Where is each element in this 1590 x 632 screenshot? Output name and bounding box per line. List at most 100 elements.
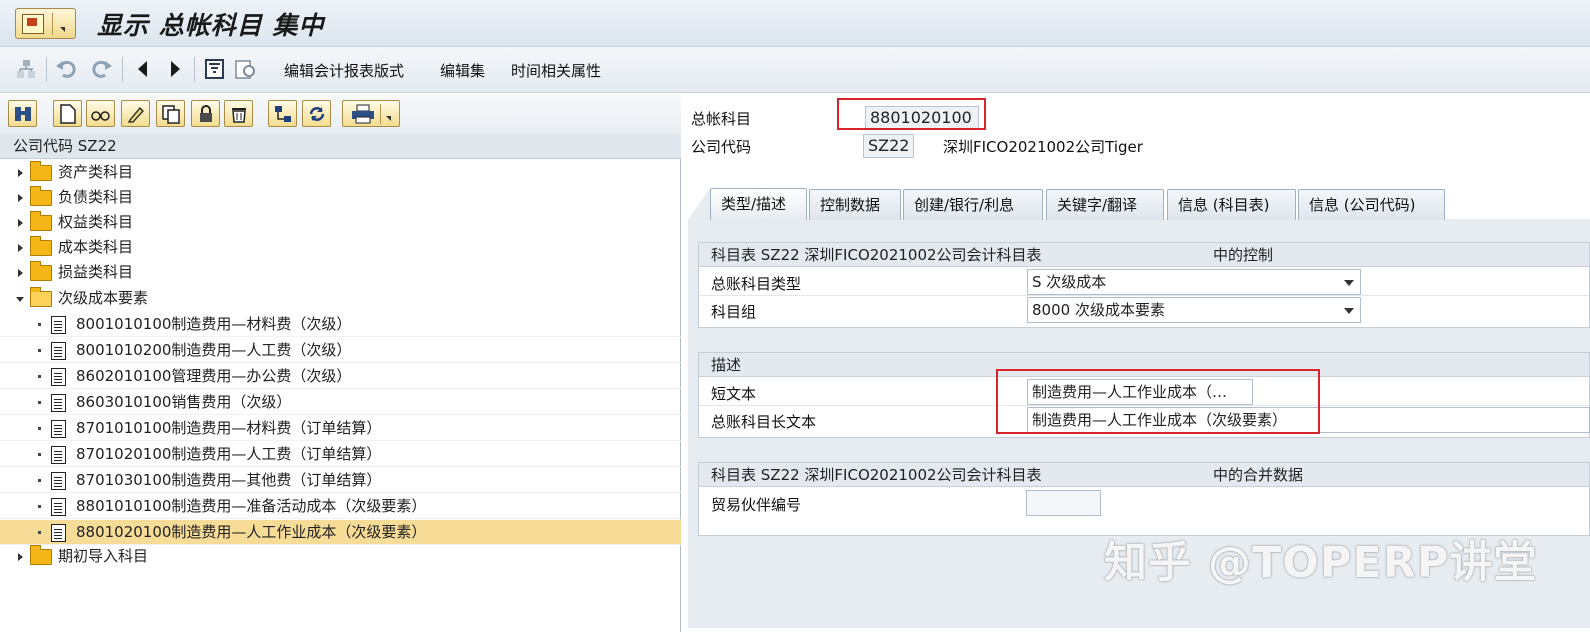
lock-button[interactable] <box>191 100 220 127</box>
tree-folder[interactable]: 损益类科目 <box>0 260 681 285</box>
highlight-box <box>996 369 1320 434</box>
document-icon <box>51 446 66 464</box>
previous-icon[interactable] <box>131 57 155 81</box>
edit-sets-button[interactable]: 编辑集 <box>440 60 485 81</box>
expand-all-button[interactable] <box>268 100 297 127</box>
system-menu-button[interactable] <box>15 8 76 39</box>
tree-folder[interactable]: 成本类科目 <box>0 235 681 260</box>
document-icon <box>51 498 66 516</box>
tab-keyword-translation[interactable]: 关键字/翻译 <box>1046 189 1164 220</box>
tree-folder-open[interactable]: 次级成本要素 <box>0 286 681 311</box>
next-icon[interactable] <box>163 57 187 81</box>
tab-slant-decoration <box>688 188 710 220</box>
refresh-button[interactable] <box>302 100 331 127</box>
trading-partner-label: 贸易伙伴编号 <box>711 496 802 514</box>
display-object-icon[interactable] <box>234 57 258 81</box>
gl-account-label: 总帐科目 <box>691 110 752 128</box>
document-icon <box>51 420 66 438</box>
tree-bullet <box>38 401 41 404</box>
print-button[interactable] <box>342 100 400 127</box>
folder-icon <box>30 186 52 206</box>
expand-subtree-icon <box>274 105 291 122</box>
tree-account-label: 8701030100制造费用—其他费（订单结算） <box>76 471 382 489</box>
group-consolidation-title: 科目表 SZ22 深圳FICO2021002公司会计科目表 <box>711 466 1042 484</box>
collapse-arrow-icon[interactable] <box>16 297 24 302</box>
tab-control-data[interactable]: 控制数据 <box>809 189 901 220</box>
tree-folder-label: 损益类科目 <box>58 263 134 281</box>
time-dependent-attributes-button[interactable]: 时间相关属性 <box>511 60 601 81</box>
create-button[interactable] <box>53 100 82 127</box>
undo-icon[interactable] <box>55 57 79 81</box>
tree-account-label: 8001010100制造费用—材料费（次级） <box>76 315 352 333</box>
display-change-button[interactable] <box>86 100 115 127</box>
account-group-select[interactable]: 8000 次级成本要素 <box>1027 297 1361 323</box>
group-control-title: 科目表 SZ22 深圳FICO2021002公司会计科目表 <box>711 246 1042 264</box>
company-code-field[interactable]: SZ22 <box>863 134 914 158</box>
tab-type-description[interactable]: 类型/描述 <box>710 188 807 220</box>
copy-button[interactable] <box>156 100 185 127</box>
dropdown-arrow-icon[interactable] <box>1344 308 1354 314</box>
delete-button[interactable] <box>224 100 253 127</box>
other-object-icon[interactable] <box>14 57 38 81</box>
tree-account-item[interactable]: 8801010100制造费用—准备活动成本（次级要素） <box>0 494 681 519</box>
tree-folder[interactable]: 期初导入科目 <box>0 544 681 569</box>
open-folder-icon <box>30 287 52 307</box>
folder-icon <box>30 261 52 281</box>
menu-icon <box>22 14 44 34</box>
tree-account-item[interactable]: 8701020100制造费用—人工费（订单结算） <box>0 442 681 467</box>
tree-folder-label: 次级成本要素 <box>58 289 149 307</box>
tree-folder[interactable]: 资产类科目 <box>0 160 681 185</box>
tab-info-company-code[interactable]: 信息 (公司代码) <box>1298 189 1445 220</box>
long-text-label: 总账科目长文本 <box>711 413 817 431</box>
tab-info-chart-of-accounts[interactable]: 信息 (科目表) <box>1167 189 1296 220</box>
company-name: 深圳FICO2021002公司Tiger <box>943 138 1143 156</box>
lock-icon <box>199 104 212 122</box>
tree-toolbar <box>0 94 681 134</box>
expand-arrow-icon[interactable] <box>18 169 23 177</box>
expand-arrow-icon[interactable] <box>18 219 23 227</box>
change-button[interactable] <box>121 100 150 127</box>
tree-account-item[interactable]: 8701010100制造费用—材料费（订单结算） <box>0 416 681 441</box>
document-icon <box>51 524 66 542</box>
short-text-label: 短文本 <box>711 385 757 403</box>
document-icon <box>51 316 66 334</box>
expand-arrow-icon[interactable] <box>18 244 23 252</box>
group-control-header: 科目表 SZ22 深圳FICO2021002公司会计科目表 中的控制 <box>699 243 1589 267</box>
expand-arrow-icon[interactable] <box>18 194 23 202</box>
tree-account-item[interactable]: 8001010100制造费用—材料费（次级） <box>0 312 681 337</box>
copy-icon <box>161 104 180 124</box>
tree-account-label: 8801010100制造费用—准备活动成本（次级要素） <box>76 497 427 515</box>
account-group-row: 科目组 8000 次级成本要素 <box>699 296 1589 324</box>
expand-arrow-icon[interactable] <box>18 553 23 561</box>
tree-folder[interactable]: 负债类科目 <box>0 185 681 210</box>
account-type-select[interactable]: S 次级成本 <box>1027 269 1361 295</box>
edit-fs-version-button[interactable]: 编辑会计报表版式 <box>284 60 404 81</box>
tree-bullet <box>38 505 41 508</box>
dropdown-arrow-icon <box>386 116 391 121</box>
folder-icon <box>30 545 52 565</box>
find-button[interactable] <box>8 100 37 127</box>
group-control-title-suffix: 中的控制 <box>1213 246 1274 264</box>
tree-account-label: 8603010100销售费用（次级） <box>76 393 292 411</box>
tree-folder[interactable]: 权益类科目 <box>0 210 681 235</box>
tree-account-item[interactable]: 8001010200制造费用—人工费（次级） <box>0 338 681 363</box>
tree-account-item[interactable]: 8603010100销售费用（次级） <box>0 390 681 415</box>
document-icon <box>51 394 66 412</box>
trading-partner-row: 贸易伙伴编号 <box>699 489 1589 517</box>
folder-icon <box>30 236 52 256</box>
trading-partner-input[interactable] <box>1026 490 1101 516</box>
dropdown-arrow-icon[interactable] <box>1344 280 1354 286</box>
tree-account-item[interactable]: 8602010100管理费用—办公费（次级） <box>0 364 681 389</box>
account-group-value: 8000 次级成本要素 <box>1032 301 1165 319</box>
watermark: 知乎 @TOPERP讲堂 <box>1104 538 1538 588</box>
where-used-icon[interactable] <box>203 57 227 81</box>
dropdown-arrow-icon <box>60 27 65 32</box>
tree-account-item-selected[interactable]: 8801020100制造费用—人工作业成本（次级要素） <box>0 520 681 545</box>
tree-account-item[interactable]: 8701030100制造费用—其他费（订单结算） <box>0 468 681 493</box>
tab-create-bank-interest[interactable]: 创建/银行/利息 <box>903 189 1043 220</box>
redo-icon[interactable] <box>89 57 113 81</box>
expand-arrow-icon[interactable] <box>18 269 23 277</box>
divider <box>194 57 195 81</box>
group-control: 科目表 SZ22 深圳FICO2021002公司会计科目表 中的控制 总账科目类… <box>698 242 1590 328</box>
tree-bullet <box>38 453 41 456</box>
